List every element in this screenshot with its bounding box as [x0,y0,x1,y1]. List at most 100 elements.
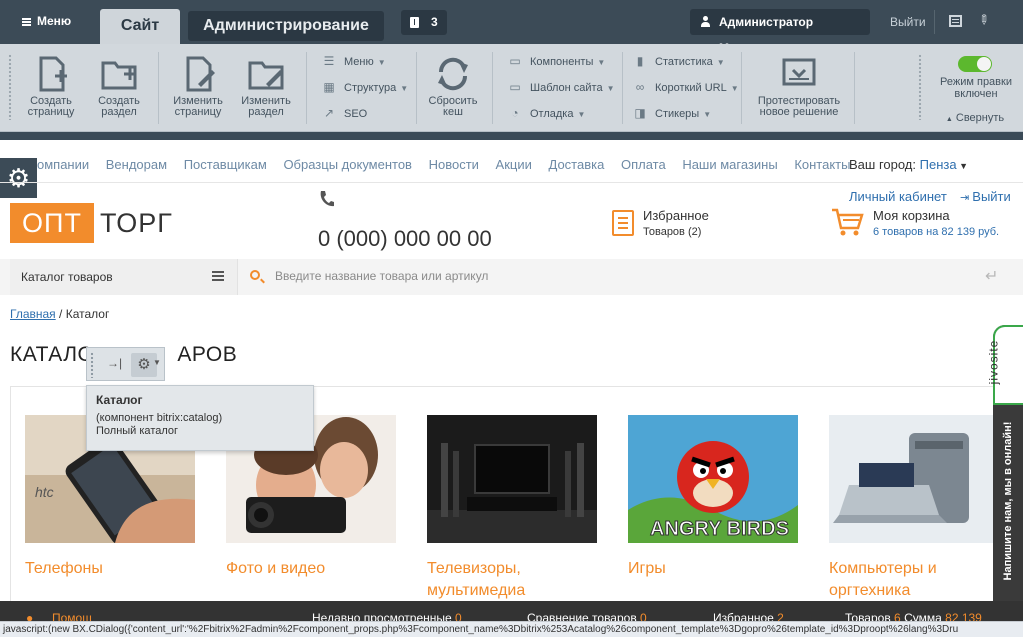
breadcrumb-separator: / [55,307,66,321]
logo-text[interactable]: ТОРГ [100,203,173,243]
menu-item-stickers[interactable]: ◨ Стикеры ▼ [633,106,739,132]
collapse-button[interactable]: ▲ Свернуть [940,112,1010,124]
cart-title[interactable]: Моя корзина [873,208,950,223]
settings-gear-button[interactable]: ⚙ [0,158,37,198]
enter-icon[interactable]: ↵ [985,266,998,286]
personal-cabinet-link[interactable]: Личный кабинет [849,189,947,204]
menu-item-short-url[interactable]: ∞ Короткий URL ▼ [633,80,739,106]
menu-item-label: Шаблон сайта [530,82,603,94]
create-page-button[interactable]: Создать страницу [20,52,82,118]
menu-item-label: SEO [344,108,368,120]
site-logout-link[interactable]: ⇥ Выйти [960,189,1011,204]
favorites-bar-label: Избранное [713,611,774,621]
menu-item-seo[interactable]: ↗ SEO [322,106,408,132]
grip-handle[interactable] [918,54,922,120]
recent-count: 0 [455,611,462,621]
city-label: Ваш город: [849,157,916,172]
phone-icon [318,190,334,208]
top-navigation: омпании Вендорам Поставщикам Образцы док… [37,157,863,172]
city-value: Пенза [919,157,957,172]
category-image[interactable] [829,415,999,543]
catalog-dropdown[interactable]: Каталог товаров [10,259,238,295]
category-name[interactable]: Игры [628,558,800,580]
reset-cache-button[interactable]: Сбросить кеш [422,52,484,118]
nav-link[interactable]: Акции [496,157,532,172]
info-icon [410,17,419,28]
admin-logout-link[interactable]: Выйти [890,15,926,29]
chat-widget[interactable]: jivosite Напишите нам, мы в онлайн! [986,325,1023,615]
recent-link[interactable]: Недавно просмотренные 0 [312,611,462,621]
nav-link[interactable]: Доставка [549,157,605,172]
menu-item-components[interactable]: ▭ Компоненты ▼ [508,54,615,80]
nav-link[interactable]: Оплата [621,157,666,172]
logo[interactable]: ОПТ [10,203,94,243]
create-section-button[interactable]: Создать раздел [88,52,150,118]
notifications-button[interactable]: 3 [401,10,447,35]
phone-number[interactable]: 0 (000) 000 00 00 [318,226,492,252]
new-folder-icon [88,52,150,96]
caret-down-icon: ▼ [956,161,968,171]
edit-mode-label: Режим правки включен [940,76,1012,100]
compare-link[interactable]: Сравнение товаров 0 [527,611,647,621]
favorites-bar-link[interactable]: Избранное 2 [713,611,784,621]
category-name[interactable]: Компьютеры и оргтехника [829,558,1001,602]
category-name[interactable]: Фото и видео [226,558,398,580]
cart-summary[interactable]: 6 товаров на 82 139 руб. [873,226,999,238]
help-icon[interactable]: ● [26,611,33,621]
category-image[interactable]: ANGRY BIRDS [628,415,798,543]
chat-invite-text[interactable]: Напишите нам, мы в онлайн! [1002,391,1014,611]
menu-item-debug[interactable]: ◔ Отладка ▼ [508,106,615,132]
logout-icon: ⇥ [960,192,973,204]
drag-handle[interactable] [90,352,94,378]
test-solution-label: Протестировать новое решение [757,95,841,118]
admin-toolbar: Создать страницу Создать раздел Изменить… [0,44,1023,140]
admin-top-bar: Меню Сайт Администрирование 3 Администра… [0,0,1023,55]
chevron-down-icon: ▼ [597,58,606,67]
grip-handle[interactable] [8,54,12,120]
admin-menu-button[interactable]: Меню [22,14,71,28]
nav-link[interactable]: Вендорам [106,157,167,172]
search-input[interactable] [268,263,968,289]
collapse-label: Свернуть [955,112,1005,124]
menu-item-structure[interactable]: ▦ Структура ▼ [322,80,408,106]
move-icon[interactable]: →| [107,356,122,370]
nav-link[interactable]: Наши магазины [682,157,777,172]
favorites-title[interactable]: Избранное [643,208,709,223]
tab-administration[interactable]: Администрирование [188,11,384,41]
gear-icon: ⚙ [137,356,151,373]
window-icon[interactable] [949,15,962,27]
breadcrumb-home[interactable]: Главная [10,307,56,321]
user-button[interactable]: Администратор Магазина [690,9,870,55]
help-link[interactable]: Помощ [52,611,92,621]
nav-link[interactable]: Образцы документов [283,157,412,172]
cart-icon[interactable] [830,206,864,238]
category-card[interactable]: Компьютеры и оргтехника [829,415,1001,599]
cart-bar-link[interactable]: Товаров 6 Сумма 82 139 [845,611,982,621]
category-name[interactable]: Телефоны [25,558,197,580]
chevron-down-icon[interactable]: ▼ [153,358,161,367]
category-card[interactable]: Телевизоры, мультимедиа [427,415,599,599]
edit-page-button[interactable]: Изменить страницу [167,52,229,118]
tab-site[interactable]: Сайт [100,9,180,45]
nav-link[interactable]: Новости [429,157,479,172]
menu-item-site-template[interactable]: ▭ Шаблон сайта ▼ [508,80,614,106]
components-menu-list: ▭ Компоненты ▼ ▭ Шаблон сайта ▼ ◔ Отладка ▼ [508,54,615,132]
nav-link[interactable]: Поставщикам [184,157,267,172]
component-icon: ▭ [509,54,521,68]
menu-item-menu[interactable]: ☰ Меню ▼ [322,54,408,80]
edit-section-button[interactable]: Изменить раздел [235,52,297,118]
city-selector[interactable]: Ваш город: Пенза ▼ [849,157,968,172]
menu-item-label: Стикеры [655,108,700,120]
edit-mode-toggle[interactable] [958,56,992,72]
test-solution-button[interactable]: Протестировать новое решение [752,52,846,118]
pin-icon[interactable]: ✎ [974,10,993,29]
category-name[interactable]: Телевизоры, мультимедиа [427,558,599,602]
menu-item-label: Статистика [655,56,713,68]
category-card[interactable]: ANGRY BIRDS Игры [628,415,800,577]
category-image[interactable] [427,415,597,543]
menu-item-statistics[interactable]: ▮ Статистика ▼ [633,54,739,80]
favorites-icon[interactable] [612,210,634,236]
compare-label: Сравнение товаров [527,611,637,621]
nav-link[interactable]: Контакты [794,157,850,172]
nav-link[interactable]: омпании [37,157,89,172]
